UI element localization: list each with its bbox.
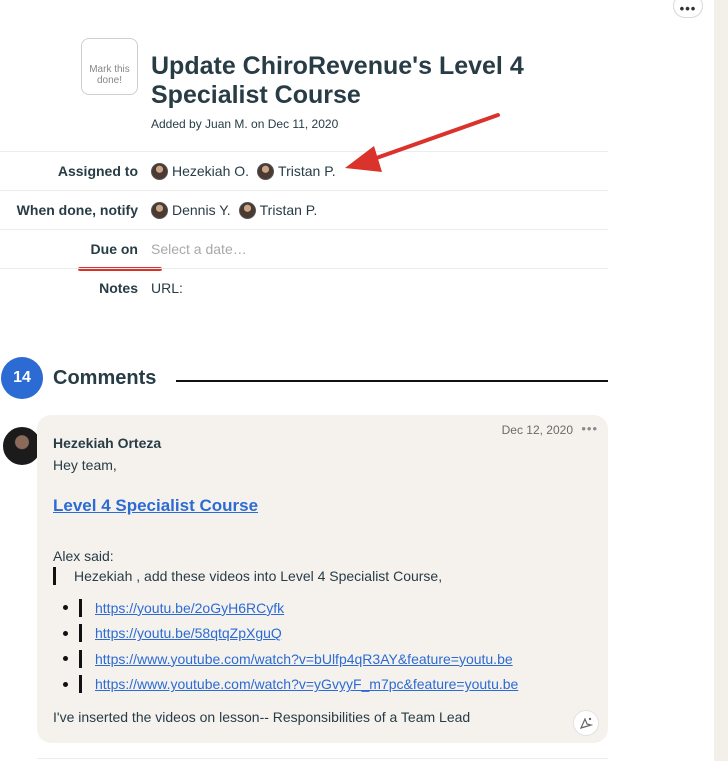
right-rail bbox=[714, 0, 728, 761]
due-on-label: Due on bbox=[90, 241, 138, 257]
boost-icon[interactable] bbox=[573, 710, 599, 736]
video-link[interactable]: https://www.youtube.com/watch?v=yGvyyF_m… bbox=[95, 676, 518, 692]
comments-header: 14 Comments bbox=[0, 357, 608, 403]
list-item: https://www.youtube.com/watch?v=yGvyyF_m… bbox=[63, 672, 518, 698]
quote-bar bbox=[79, 624, 82, 643]
list-item: https://www.youtube.com/watch?v=bUlfp4qR… bbox=[63, 646, 518, 672]
bullet bbox=[63, 605, 68, 611]
comment-quote: Hezekiah , add these videos into Level 4… bbox=[53, 567, 442, 585]
comment-date[interactable]: Dec 12, 2020 bbox=[502, 423, 573, 437]
assignee-name: Tristan P. bbox=[278, 163, 336, 179]
assignee-name: Hezekiah O. bbox=[172, 163, 250, 179]
video-link[interactable]: https://youtu.be/58qtqZpXguQ bbox=[95, 625, 282, 641]
list-item: https://youtu.be/2oGyH6RCyfk bbox=[63, 595, 518, 621]
notes-text: URL: bbox=[151, 280, 183, 296]
comment-greeting: Hey team, bbox=[53, 457, 117, 473]
notify-label: When done, notify bbox=[16, 202, 138, 218]
quote-bar bbox=[79, 675, 82, 694]
avatar bbox=[151, 201, 168, 219]
comments-title: Comments bbox=[53, 367, 157, 389]
course-link[interactable]: Level 4 Specialist Course bbox=[53, 496, 258, 516]
assignee[interactable]: Tristan P. bbox=[257, 162, 336, 180]
notify-row: When done, notify Dennis Y. Tristan P. bbox=[0, 190, 608, 229]
assigned-to-value[interactable]: Hezekiah O. Tristan P. bbox=[151, 162, 344, 180]
list-item: https://youtu.be/58qtqZpXguQ bbox=[63, 621, 518, 647]
video-link[interactable]: https://www.youtube.com/watch?v=bUlfp4qR… bbox=[95, 651, 513, 667]
due-on-row: Due on Select a date… bbox=[0, 229, 608, 268]
notes-row: Notes URL: bbox=[0, 268, 608, 307]
more-icon[interactable]: ••• bbox=[581, 421, 598, 436]
todo-title: Update ChiroRevenue's Level 4 Specialist… bbox=[151, 52, 524, 109]
quote-bar bbox=[79, 649, 82, 668]
assigned-to-label: Assigned to bbox=[57, 163, 138, 179]
comment-closing: I've inserted the videos on lesson-- Res… bbox=[53, 709, 471, 725]
due-date-placeholder[interactable]: Select a date… bbox=[151, 241, 247, 257]
comment-card: Dec 12, 2020 ••• Hezekiah Orteza Hey tea… bbox=[37, 415, 608, 743]
notes-value[interactable]: URL: bbox=[151, 280, 183, 296]
bullet bbox=[63, 630, 68, 636]
divider bbox=[37, 758, 608, 759]
avatar bbox=[151, 162, 168, 180]
bullet bbox=[63, 681, 68, 687]
comment-author[interactable]: Hezekiah Orteza bbox=[53, 435, 161, 451]
comment-count-badge: 14 bbox=[1, 357, 43, 399]
subscriber[interactable]: Dennis Y. bbox=[151, 201, 231, 219]
notes-label: Notes bbox=[99, 280, 138, 296]
comment-said: Alex said: bbox=[53, 548, 114, 564]
added-by-text: Added by Juan M. on Dec 11, 2020 bbox=[151, 117, 339, 131]
subscriber-name: Tristan P. bbox=[259, 202, 318, 218]
due-date-picker[interactable]: Select a date… bbox=[151, 241, 247, 257]
bullet bbox=[63, 656, 68, 662]
mark-done-button[interactable]: Mark this done! bbox=[81, 38, 138, 95]
assignee[interactable]: Hezekiah O. bbox=[151, 162, 250, 180]
assigned-to-row: Assigned to Hezekiah O. Tristan P. bbox=[0, 151, 608, 190]
quote-bar bbox=[79, 598, 82, 617]
subscriber[interactable]: Tristan P. bbox=[238, 201, 318, 219]
more-options-button[interactable]: ••• bbox=[673, 0, 703, 18]
video-link-list: https://youtu.be/2oGyH6RCyfk https://you… bbox=[63, 595, 518, 697]
avatar bbox=[257, 162, 275, 180]
comments-divider bbox=[176, 380, 608, 382]
video-link[interactable]: https://youtu.be/2oGyH6RCyfk bbox=[95, 600, 284, 616]
subscriber-name: Dennis Y. bbox=[172, 202, 231, 218]
avatar bbox=[238, 201, 256, 219]
notify-value[interactable]: Dennis Y. Tristan P. bbox=[151, 201, 325, 219]
